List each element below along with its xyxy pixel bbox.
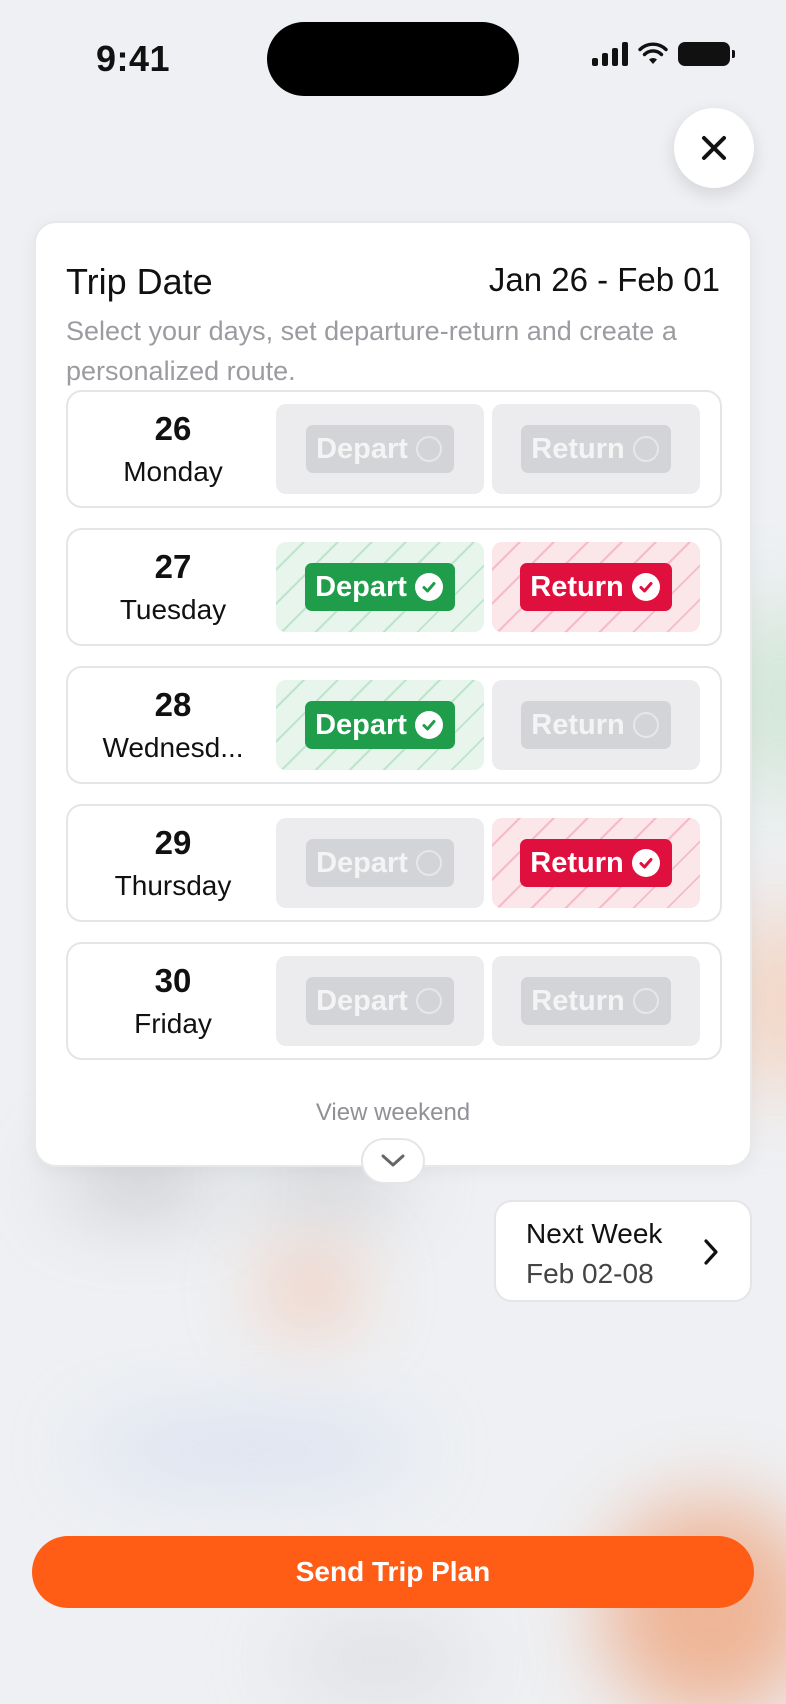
dynamic-island <box>267 22 519 96</box>
depart-label: Depart <box>316 432 408 465</box>
return-label: Return <box>531 984 625 1017</box>
depart-toggle[interactable]: Depart <box>276 818 484 908</box>
close-button[interactable] <box>674 108 754 188</box>
day-row: 30 Friday Depart Return <box>66 942 722 1060</box>
next-week-button[interactable]: Next Week Feb 02-08 <box>494 1200 752 1302</box>
day-name: Monday <box>123 456 223 487</box>
check-circle-icon <box>631 849 660 877</box>
day-name: Friday <box>134 1008 212 1039</box>
status-bar: 9:41 <box>0 0 786 120</box>
depart-label: Depart <box>316 846 408 879</box>
depart-pill: Depart <box>306 839 454 887</box>
card-title: Trip Date <box>66 261 213 302</box>
return-label: Return <box>531 708 625 741</box>
radio-empty-icon <box>415 436 442 462</box>
day-label: 29 Thursday <box>68 806 278 920</box>
trip-date-card: Trip Date Jan 26 - Feb 01 Select your da… <box>34 221 752 1167</box>
day-label: 27 Tuesday <box>68 530 278 644</box>
return-pill: Return <box>520 563 672 611</box>
return-pill: Return <box>521 425 671 473</box>
day-name: Wednesd... <box>102 732 244 763</box>
return-toggle[interactable]: Return <box>492 956 700 1046</box>
day-number: 26 <box>154 410 192 447</box>
status-time: 9:41 <box>96 38 171 79</box>
radio-empty-icon <box>415 988 442 1014</box>
return-toggle[interactable]: Return <box>492 818 700 908</box>
day-label: 28 Wednesd... <box>68 668 278 782</box>
radio-empty-icon <box>632 712 659 738</box>
status-icons <box>592 42 735 66</box>
return-toggle[interactable]: Return <box>492 542 700 632</box>
radio-empty-icon <box>632 988 659 1014</box>
return-pill: Return <box>521 977 671 1025</box>
day-number: 30 <box>154 962 192 999</box>
next-week-range: Feb 02-08 <box>526 1258 654 1289</box>
chevron-right-icon <box>704 1239 718 1265</box>
depart-toggle[interactable]: Depart <box>276 404 484 494</box>
check-circle-icon <box>414 711 443 739</box>
send-trip-plan-button[interactable]: Send Trip Plan <box>32 1536 754 1608</box>
day-row: 26 Monday Depart Return <box>66 390 722 508</box>
check-circle-icon <box>631 573 660 601</box>
close-icon <box>702 136 726 160</box>
depart-label: Depart <box>315 570 407 603</box>
depart-label: Depart <box>315 708 407 741</box>
card-description: Select your days, set departure-return a… <box>66 316 677 386</box>
radio-empty-icon <box>415 850 442 876</box>
return-pill: Return <box>521 701 671 749</box>
cellular-signal-icon <box>592 42 628 66</box>
day-number: 28 <box>154 686 192 723</box>
day-number: 29 <box>154 824 192 861</box>
return-toggle[interactable]: Return <box>492 404 700 494</box>
depart-toggle[interactable]: Depart <box>276 680 484 770</box>
check-circle-icon <box>414 573 443 601</box>
depart-pill: Depart <box>305 563 455 611</box>
wifi-icon <box>638 42 668 64</box>
day-label: 26 Monday <box>68 392 278 506</box>
depart-toggle[interactable]: Depart <box>276 956 484 1046</box>
depart-toggle[interactable]: Depart <box>276 542 484 632</box>
depart-pill: Depart <box>306 425 454 473</box>
day-name: Thursday <box>114 870 232 901</box>
day-name: Tuesday <box>119 594 227 625</box>
return-label: Return <box>531 432 625 465</box>
return-label: Return <box>530 846 624 879</box>
day-row: 27 Tuesday Depart Return <box>66 528 722 646</box>
day-label: 30 Friday <box>68 944 278 1058</box>
view-weekend-link[interactable]: View weekend <box>36 1099 750 1127</box>
chevron-down-icon <box>381 1154 405 1167</box>
next-week-title: Next Week <box>526 1218 663 1249</box>
return-toggle[interactable]: Return <box>492 680 700 770</box>
return-label: Return <box>530 570 624 603</box>
depart-pill: Depart <box>305 701 455 749</box>
day-number: 27 <box>154 548 192 585</box>
battery-icon <box>678 42 735 66</box>
return-pill: Return <box>520 839 672 887</box>
day-row: 28 Wednesd... Depart Return <box>66 666 722 784</box>
depart-label: Depart <box>316 984 408 1017</box>
date-range: Jan 26 - Feb 01 <box>488 261 720 298</box>
depart-pill: Depart <box>306 977 454 1025</box>
day-row: 29 Thursday Depart Return <box>66 804 722 922</box>
radio-empty-icon <box>632 436 659 462</box>
expand-weekend-button[interactable] <box>361 1138 425 1184</box>
